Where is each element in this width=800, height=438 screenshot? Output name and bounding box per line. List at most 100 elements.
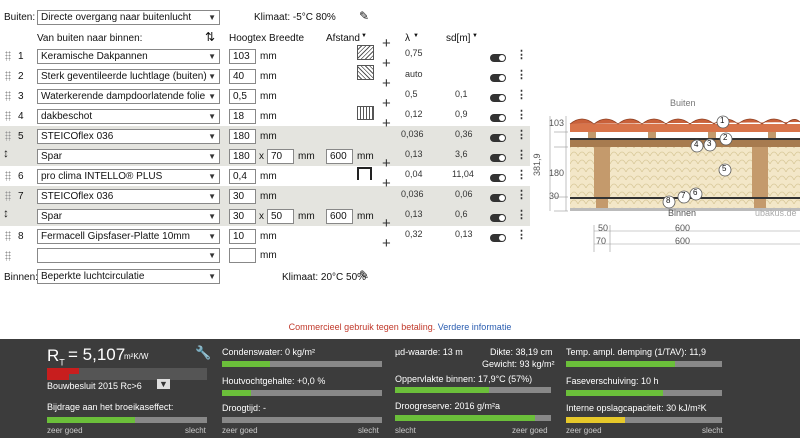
layer-material-select[interactable]: Keramische Dakpannen ▼ [37, 49, 220, 64]
layer-material-select[interactable]: ▼ [37, 248, 220, 263]
drag-handle-icon[interactable] [5, 51, 11, 61]
layer-width-input[interactable]: 70 [267, 149, 294, 164]
layer-material-select[interactable]: Spar ▼ [37, 149, 220, 164]
layer-sd: 11,04 [452, 169, 474, 179]
chevron-down-icon: ▼ [208, 152, 216, 161]
sort-icon[interactable]: ⇅ [205, 30, 215, 44]
notice-text: Commercieel gebruik tegen betaling. [288, 322, 436, 332]
drag-handle-icon[interactable] [5, 71, 11, 81]
layer-material-value: Keramische Dakpannen [41, 51, 148, 62]
chevron-down-icon: ▼ [208, 132, 216, 141]
layer-material-select[interactable]: STEICOflex 036 ▼ [37, 189, 220, 204]
dim-label: 180 [549, 168, 565, 178]
more-options-icon[interactable]: ⋮ [516, 208, 527, 221]
insert-layer-button[interactable]: + [382, 76, 391, 91]
layer-thickness-input[interactable]: 103 [229, 49, 256, 64]
insert-layer-button[interactable]: + [382, 56, 391, 71]
more-options-icon[interactable]: ⋮ [516, 88, 527, 101]
layer-material-select[interactable]: STEICOflex 036 ▼ [37, 129, 220, 144]
layer-thickness-input[interactable]: 18 [229, 109, 256, 124]
dim-label: 600 [675, 236, 691, 246]
dim-label: 70 [596, 236, 607, 246]
texture-icon[interactable] [357, 106, 374, 120]
drag-handle-icon[interactable] [5, 231, 11, 241]
layer-distance-input[interactable]: 600 [326, 209, 353, 224]
layer-material-select[interactable]: dakbeschot ▼ [37, 109, 220, 124]
more-options-icon[interactable]: ⋮ [516, 48, 527, 61]
outside-select-value: Directe overgang naar buitenlucht [41, 12, 192, 23]
layer-distance-input[interactable]: 600 [326, 149, 353, 164]
layer-thickness-input[interactable]: 0,4 [229, 169, 256, 184]
pencil-icon[interactable]: ✎ [359, 9, 369, 23]
layer-thickness-input[interactable]: 30 [229, 209, 256, 224]
texture-icon[interactable] [357, 45, 374, 60]
more-options-icon[interactable]: ⋮ [516, 108, 527, 121]
layer-thickness-input[interactable]: 30 [229, 189, 256, 204]
unit-label: mm [260, 111, 277, 122]
layer-toggle[interactable] [490, 54, 506, 62]
layer-thickness-input[interactable]: 40 [229, 69, 256, 84]
layer-width-input[interactable]: 50 [267, 209, 294, 224]
membrane-icon[interactable] [357, 167, 372, 180]
marker-label: 1 [720, 116, 725, 125]
layer-toggle[interactable] [490, 214, 506, 222]
texture-icon[interactable] [357, 65, 374, 80]
insert-layer-button[interactable]: + [382, 36, 391, 51]
insert-layer-button[interactable]: + [382, 116, 391, 131]
outside-select[interactable]: Directe overgang naar buitenlucht ▼ [37, 10, 220, 25]
drag-handle-icon[interactable] [5, 111, 11, 121]
insert-layer-button[interactable]: + [382, 236, 391, 251]
layer-toggle[interactable] [490, 174, 506, 182]
temp-ampl-label: Temp. ampl. demping (1/TAV): 11,9 [566, 347, 707, 357]
layer-thickness-input[interactable] [229, 248, 256, 263]
drag-handle-icon[interactable] [5, 131, 11, 141]
more-options-icon[interactable]: ⋮ [516, 68, 527, 81]
column-header-distance[interactable]: Afstand [326, 33, 360, 44]
dry-reserve-label: Droogreserve: 2016 g/m²a [395, 401, 501, 411]
surface-inside-bar [395, 387, 551, 393]
drag-handle-icon[interactable] [5, 91, 11, 101]
layer-toggle[interactable] [490, 94, 506, 102]
outside-label: Buiten: [4, 12, 36, 23]
pencil-icon[interactable]: ✎ [359, 268, 369, 282]
layer-material-select[interactable]: Spar ▼ [37, 209, 220, 224]
scale-good: zeer goed [222, 426, 258, 435]
insert-layer-button[interactable]: + [382, 176, 391, 191]
inside-select[interactable]: Beperkte luchtcirculatie ▼ [37, 269, 220, 284]
insert-layer-button[interactable]: + [382, 216, 391, 231]
board-layer [570, 140, 800, 147]
layer-thickness-input[interactable]: 180 [229, 129, 256, 144]
more-options-icon[interactable]: ⋮ [516, 228, 527, 241]
more-options-icon[interactable]: ⋮ [516, 128, 527, 141]
layer-material-value: STEICOflex 036 [41, 131, 114, 142]
more-options-icon[interactable]: ⋮ [516, 148, 527, 161]
drag-handle-icon[interactable] [5, 191, 11, 201]
layer-toggle[interactable] [490, 134, 506, 142]
layer-toggle[interactable] [490, 194, 506, 202]
phase-shift-label: Faseverschuiving: 10 h [566, 376, 659, 386]
layer-thickness-input[interactable]: 0,5 [229, 89, 256, 104]
layer-lambda: 0,036 [401, 189, 424, 199]
more-options-icon[interactable]: ⋮ [516, 188, 527, 201]
insert-layer-button[interactable]: + [382, 156, 391, 171]
layer-toggle[interactable] [490, 114, 506, 122]
insert-layer-button[interactable]: + [382, 96, 391, 111]
layer-thickness-input[interactable]: 10 [229, 229, 256, 244]
layer-material-select[interactable]: Sterk geventileerde luchtlage (buiten) ▼ [37, 69, 220, 84]
layer-toggle[interactable] [490, 234, 506, 242]
notice-link[interactable]: Verdere informatie [438, 322, 512, 332]
standard-dropdown-icon[interactable]: ▼ [157, 379, 170, 389]
layer-toggle[interactable] [490, 154, 506, 162]
column-header-sd: sd[m] [446, 33, 471, 44]
more-options-icon[interactable]: ⋮ [516, 168, 527, 181]
drag-handle-icon[interactable] [5, 251, 11, 261]
layer-material-select[interactable]: Waterkerende dampdoorlatende folie ▼ [37, 89, 220, 104]
layer-material-select[interactable]: Fermacell Gipsfaser-Platte 10mm ▼ [37, 229, 220, 244]
layer-material-select[interactable]: pro clima INTELLO® PLUS ▼ [37, 169, 220, 184]
layer-thickness-input[interactable]: 180 [229, 149, 256, 164]
drag-handle-icon[interactable] [5, 171, 11, 181]
layer-toggle[interactable] [490, 74, 506, 82]
resize-vertical-icon[interactable]: ↕ [3, 206, 9, 220]
wrench-icon[interactable]: 🔧 [195, 345, 211, 361]
resize-vertical-icon[interactable]: ↕ [3, 146, 9, 160]
